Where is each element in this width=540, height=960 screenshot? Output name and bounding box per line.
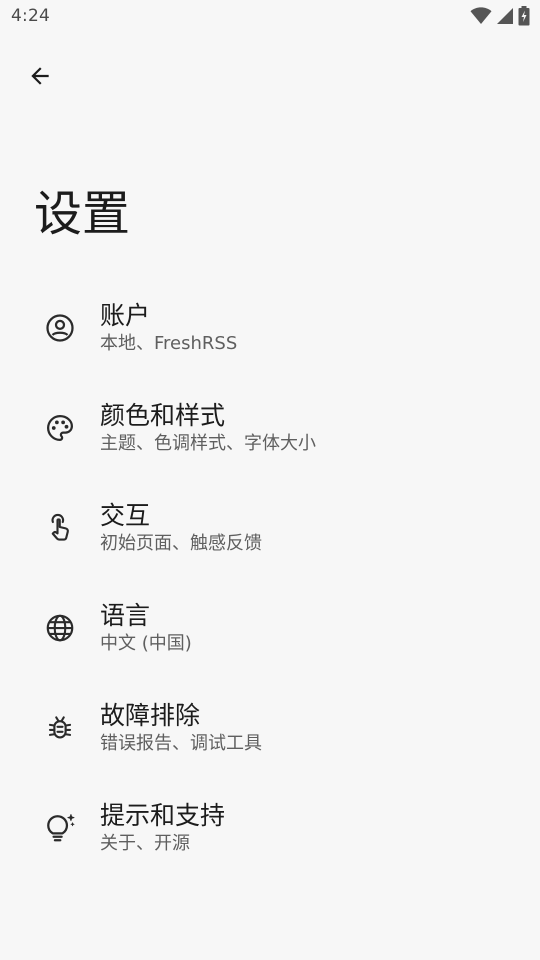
- status-time: 4:24: [11, 6, 50, 26]
- status-bar: 4:24: [0, 0, 540, 34]
- settings-item-interaction[interactable]: 交互 初始页面、触感反馈: [0, 480, 540, 580]
- settings-item-subtitle: 主题、色调样式、字体大小: [100, 433, 316, 454]
- settings-item-account[interactable]: 账户 本地、FreshRSS: [0, 280, 540, 380]
- account-circle-icon: [44, 312, 76, 344]
- settings-item-title: 颜色和样式: [100, 401, 226, 430]
- arrow-back-icon: [27, 63, 53, 93]
- settings-item-tips-support[interactable]: 提示和支持 关于、开源: [0, 780, 540, 880]
- settings-list: 账户 本地、FreshRSS 颜色和样式 主题、色调样式、字体大小 交互 初始页…: [0, 280, 540, 880]
- touch-app-icon: [44, 512, 76, 544]
- language-globe-icon: [44, 612, 76, 644]
- settings-item-subtitle: 中文 (中国): [100, 633, 192, 654]
- settings-item-title: 交互: [100, 501, 151, 530]
- palette-icon: [44, 412, 76, 444]
- cell-signal-icon: [496, 7, 514, 25]
- page-title: 设置: [34, 186, 131, 242]
- settings-item-color-style[interactable]: 颜色和样式 主题、色调样式、字体大小: [0, 380, 540, 480]
- settings-item-subtitle: 关于、开源: [100, 833, 190, 854]
- back-button[interactable]: [20, 58, 60, 98]
- battery-charging-icon: [518, 6, 530, 26]
- tips-lightbulb-icon: [44, 812, 76, 844]
- settings-item-troubleshooting[interactable]: 故障排除 错误报告、调试工具: [0, 680, 540, 780]
- status-icons: [470, 5, 530, 27]
- settings-item-subtitle: 错误报告、调试工具: [100, 733, 262, 754]
- settings-item-title: 提示和支持: [100, 801, 226, 830]
- settings-item-title: 语言: [100, 601, 151, 630]
- settings-item-title: 账户: [100, 301, 151, 330]
- settings-item-subtitle: 本地、FreshRSS: [100, 333, 238, 354]
- bug-report-icon: [44, 712, 76, 744]
- settings-item-title: 故障排除: [100, 701, 201, 730]
- settings-item-language[interactable]: 语言 中文 (中国): [0, 580, 540, 680]
- wifi-icon: [470, 7, 492, 25]
- settings-item-subtitle: 初始页面、触感反馈: [100, 533, 262, 554]
